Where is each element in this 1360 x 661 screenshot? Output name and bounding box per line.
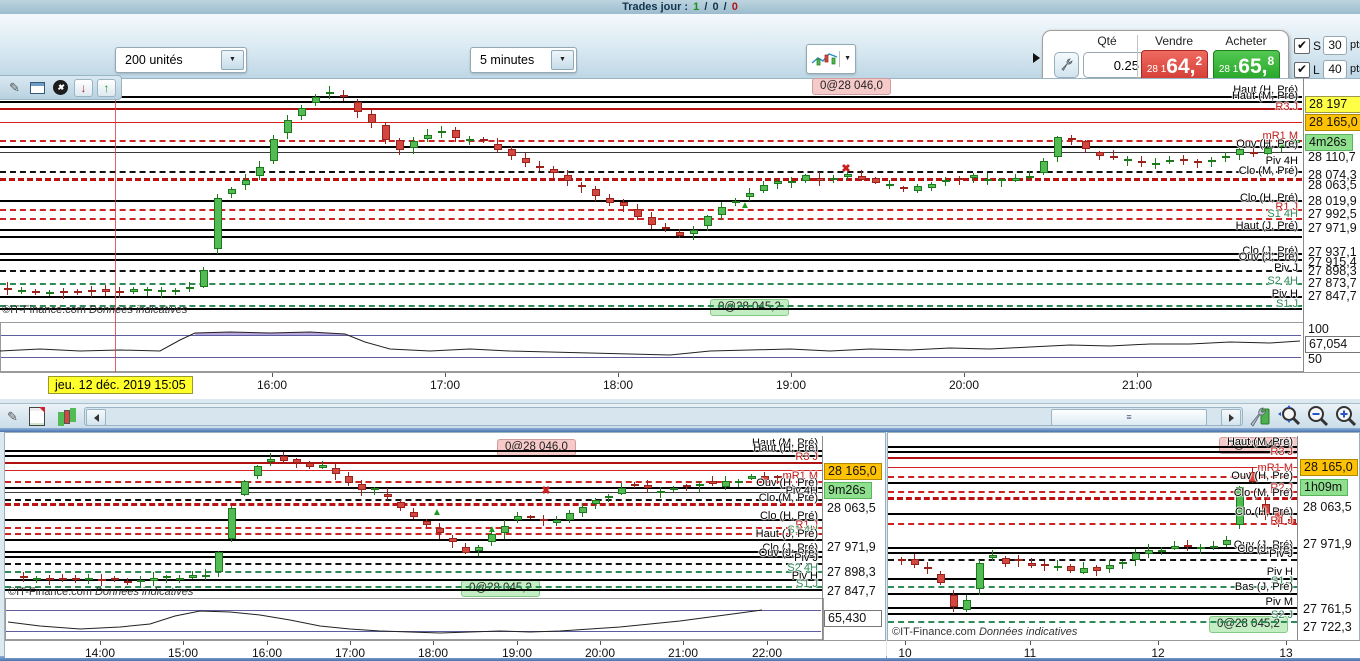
top-toolbar: 200 unités ▼ 5 minutes ▼ ▼ Qté Vendre Ac… <box>0 14 1360 88</box>
units-dropdown[interactable]: 200 unités ▼ <box>115 47 247 73</box>
qty-label: Qté <box>1097 34 1117 48</box>
triangle-right-icon <box>1228 413 1234 422</box>
divider-strip <box>0 656 1360 661</box>
close-icon[interactable]: ✖ <box>51 79 70 97</box>
stop-points-input[interactable]: 30 <box>1323 36 1347 55</box>
limit-letter: L <box>1313 63 1320 77</box>
stop-letter: S <box>1313 39 1322 53</box>
window-icon <box>30 81 45 94</box>
chart-bottom-toolbar: ✎ ≡ <box>0 403 1360 429</box>
candlestick-pattern-icon[interactable] <box>56 406 77 427</box>
sell-label: Vendre <box>1154 34 1194 48</box>
chart-style-button[interactable]: ▼ <box>806 44 856 74</box>
sell-price-decimal: 2 <box>1195 54 1203 68</box>
zoom-out-icon[interactable] <box>1306 405 1330 428</box>
buy-label: Acheter <box>1225 34 1267 48</box>
order-settings-button[interactable] <box>1054 52 1079 78</box>
cursor-pen-icon[interactable]: ✎ <box>2 406 23 427</box>
order-label[interactable]: 0@28 045,2 <box>461 580 540 597</box>
chart-mini-toolbar: ✎ ✖ ↓ ↑ <box>0 75 122 100</box>
zoom-fit-icon[interactable] <box>1278 405 1302 428</box>
order-label[interactable]: 0@28 045,2 <box>710 299 789 316</box>
chevron-down-icon[interactable]: ▼ <box>839 51 851 67</box>
sell-price-prefix: 28 1 <box>1146 64 1167 75</box>
scroll-left-button[interactable] <box>86 409 106 426</box>
bottom-right-chart-panel <box>887 432 1360 657</box>
axis-divider <box>1297 436 1298 640</box>
trades-won-count: 1 <box>693 1 700 13</box>
separator: / <box>704 1 708 13</box>
chart-settings-wrench-icon[interactable] <box>1248 405 1272 428</box>
trades-lost-count: 0 <box>731 1 738 13</box>
scrollbar-thumb[interactable]: ≡ <box>1051 409 1207 426</box>
order-label[interactable]: 0@28 046,0 <box>812 78 891 95</box>
pen-glyph: ✎ <box>7 408 18 424</box>
divider <box>1137 35 1138 83</box>
trades-day-label: Trades jour : <box>622 1 689 13</box>
grip-icon: ≡ <box>1126 412 1132 422</box>
stop-points-unit: pts <box>1350 39 1360 51</box>
chevron-down-icon[interactable]: ▼ <box>221 50 244 70</box>
zoom-in-icon[interactable] <box>1334 405 1358 428</box>
order-label[interactable]: 0@28 045,2 <box>1209 616 1288 633</box>
trading-platform: Trades jour : 1 / 0 / 0 200 unités ▼ 5 m… <box>0 0 1360 661</box>
stop-checkbox[interactable]: ✔ <box>1294 38 1310 54</box>
chevron-down-icon[interactable]: ▼ <box>551 50 574 70</box>
report-sheet-icon <box>28 407 45 426</box>
title-bar: Trades jour : 1 / 0 / 0 <box>0 0 1360 14</box>
timeframe-dropdown-value: 5 minutes <box>480 53 535 67</box>
trades-flat-count: 0 <box>712 1 719 13</box>
buy-price-prefix: 28 1 <box>1218 64 1239 75</box>
order-label[interactable]: 0@28 046,0 <box>1219 437 1298 454</box>
close-x-icon: ✖ <box>53 80 68 95</box>
draw-pen-icon[interactable]: ✎ <box>5 79 24 97</box>
buy-arrow-icon[interactable]: ↑ <box>97 78 116 97</box>
bottom-left-chart-panel <box>4 432 886 657</box>
sell-price-main: 64, <box>1166 55 1196 78</box>
qty-input[interactable] <box>1083 52 1145 78</box>
report-icon[interactable] <box>26 406 47 427</box>
order-label[interactable]: 0@28 046,0 <box>497 439 576 456</box>
axis-divider <box>1303 78 1304 372</box>
new-window-icon[interactable] <box>28 79 47 97</box>
chart-style-icon <box>811 49 839 69</box>
buy-price-decimal: 8 <box>1267 54 1275 68</box>
collapse-panel-icon[interactable] <box>1033 53 1040 63</box>
scroll-right-button[interactable] <box>1221 409 1241 426</box>
horizontal-scrollbar[interactable]: ≡ <box>84 407 1243 426</box>
limit-points-unit: pts <box>1350 63 1360 75</box>
buy-price-main: 65, <box>1238 55 1268 78</box>
sell-arrow-icon[interactable]: ↓ <box>74 78 93 97</box>
arrow-up-icon: ↑ <box>103 80 110 95</box>
timeframe-dropdown[interactable]: 5 minutes ▼ <box>470 47 577 73</box>
limit-points-input[interactable]: 40 <box>1323 60 1347 79</box>
units-dropdown-value: 200 unités <box>125 53 183 67</box>
candles-glyph-icon <box>63 409 70 424</box>
divider-strip <box>0 428 1360 432</box>
stop-points-row: ✔ S 30 pts <box>1294 36 1360 58</box>
axis-divider <box>822 436 823 640</box>
triangle-left-icon <box>93 413 99 422</box>
main-chart-panel <box>0 78 1360 399</box>
arrow-down-icon: ↓ <box>80 80 87 95</box>
limit-checkbox[interactable]: ✔ <box>1294 62 1310 78</box>
separator: / <box>723 1 727 13</box>
wrench-icon <box>1060 58 1072 71</box>
